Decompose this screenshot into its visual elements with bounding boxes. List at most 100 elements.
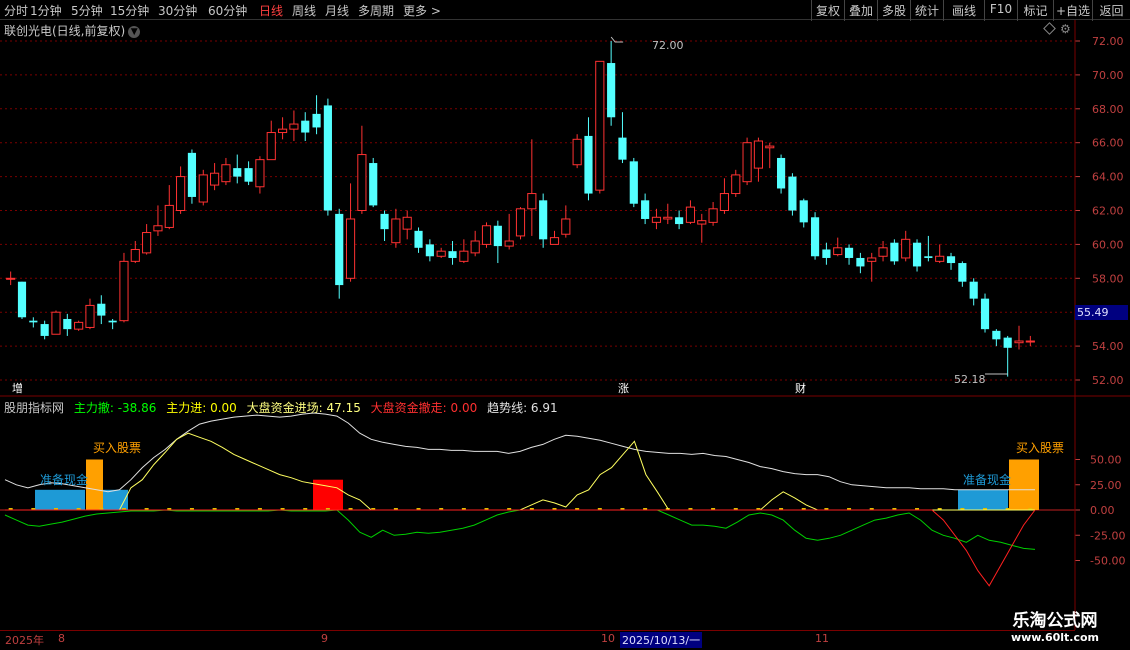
- candle: [414, 227, 423, 253]
- candle-body: [935, 255, 945, 262]
- candle: [63, 313, 72, 336]
- candle-body: [470, 240, 480, 254]
- candle-body: [878, 247, 888, 257]
- candle-body: [425, 244, 434, 257]
- candle-body: [901, 238, 911, 259]
- price-tick-label: 60.00: [1092, 238, 1124, 251]
- watermark: 乐淘公式网 www.60lt.com: [985, 606, 1125, 646]
- candle: [335, 208, 344, 299]
- price-tick-label: 52.00: [1092, 374, 1124, 387]
- indicator-title: 股朋指标网 主力撤: -38.86 主力进: 0.00 大盘资金进场: 47.1…: [4, 399, 564, 416]
- candle: [74, 320, 84, 331]
- candle-body: [629, 161, 638, 204]
- candle-body: [799, 200, 808, 223]
- candle: [402, 210, 412, 240]
- candle: [97, 295, 106, 325]
- candle-body: [697, 220, 707, 225]
- indicator-field-market-in: 大盘资金进场: 47.15: [246, 401, 361, 415]
- candle: [901, 230, 911, 262]
- candle: [436, 247, 446, 258]
- candle-body: [765, 145, 775, 149]
- candle: [301, 112, 310, 142]
- candle: [187, 149, 197, 204]
- candle: [345, 183, 356, 282]
- candle: [323, 98, 332, 216]
- candle-body: [85, 304, 95, 328]
- candle: [1025, 335, 1035, 347]
- grid: [0, 40, 1075, 381]
- candle-body: [51, 311, 61, 335]
- candle: [176, 166, 186, 214]
- candle-body: [641, 200, 650, 219]
- candle-body: [753, 140, 764, 169]
- candle-body: [788, 176, 797, 211]
- indicator-line-0: [4, 412, 1035, 493]
- indicator-ticks: 50.00 25.00 0.00 -25.00 -50.00: [1075, 454, 1125, 568]
- price-tick-label: 66.00: [1092, 137, 1124, 150]
- candle-body: [742, 142, 752, 183]
- candle: [663, 203, 673, 225]
- candle: [685, 200, 696, 225]
- indicator-field-trend: 趋势线: 6.91: [487, 401, 558, 415]
- candle: [391, 208, 401, 248]
- candle: [481, 222, 492, 248]
- candle: [459, 239, 469, 264]
- candle-body: [198, 174, 208, 203]
- date-month-8: 8: [58, 632, 65, 645]
- candle-body: [414, 230, 423, 248]
- event-marker-cai[interactable]: 财: [795, 381, 806, 395]
- candle: [561, 205, 571, 238]
- candle-body: [810, 217, 820, 257]
- candle: [312, 95, 321, 135]
- candle: [470, 230, 480, 257]
- candle: [425, 239, 434, 262]
- candle: [799, 198, 808, 228]
- candle: [946, 252, 956, 270]
- candle: [618, 112, 627, 164]
- candle: [584, 117, 593, 201]
- candle: [40, 320, 49, 340]
- candle-body: [108, 320, 117, 323]
- candle-body: [391, 218, 401, 244]
- event-marker-zhang[interactable]: 涨: [618, 382, 629, 395]
- watermark-title: 乐淘公式网: [1012, 611, 1098, 631]
- candle-body: [504, 240, 514, 247]
- indicator-field-main-out: 主力撤: -38.86: [73, 401, 157, 415]
- candle: [108, 318, 117, 330]
- candle-body: [515, 208, 526, 237]
- candle: [277, 117, 288, 140]
- candle: [651, 208, 662, 230]
- candle: [958, 261, 967, 287]
- candle-body: [924, 256, 933, 258]
- candle-body: [607, 63, 616, 118]
- candle: [1003, 335, 1012, 377]
- candle-body: [946, 256, 956, 264]
- candle-body: [663, 216, 673, 220]
- candle: [17, 281, 27, 319]
- candle: [142, 224, 152, 255]
- price-tick-label: 72.00: [1092, 35, 1124, 48]
- candle-body: [130, 248, 140, 262]
- date-cursor-highlight: 2025/10/13/一: [620, 632, 703, 648]
- candle-body: [527, 193, 537, 210]
- candle: [164, 185, 174, 230]
- candle: [527, 139, 537, 236]
- candle: [822, 242, 831, 265]
- event-marker-zeng[interactable]: 增: [12, 381, 23, 395]
- candle-body: [164, 204, 174, 228]
- candle: [221, 157, 231, 186]
- candle: [890, 239, 899, 265]
- indicator-line-3: [5, 509, 1036, 587]
- candle-body: [719, 193, 730, 212]
- candle-body: [97, 303, 106, 316]
- candle: [810, 212, 820, 260]
- candle-body: [289, 123, 299, 130]
- date-month-11: 11: [815, 632, 829, 645]
- candle-body: [335, 213, 344, 286]
- high-price-label: 72.00: [652, 39, 684, 52]
- candle-body: [29, 320, 38, 323]
- candle-body: [448, 251, 457, 258]
- candle: [753, 137, 764, 182]
- candle: [6, 271, 16, 286]
- candle-body: [1025, 340, 1035, 343]
